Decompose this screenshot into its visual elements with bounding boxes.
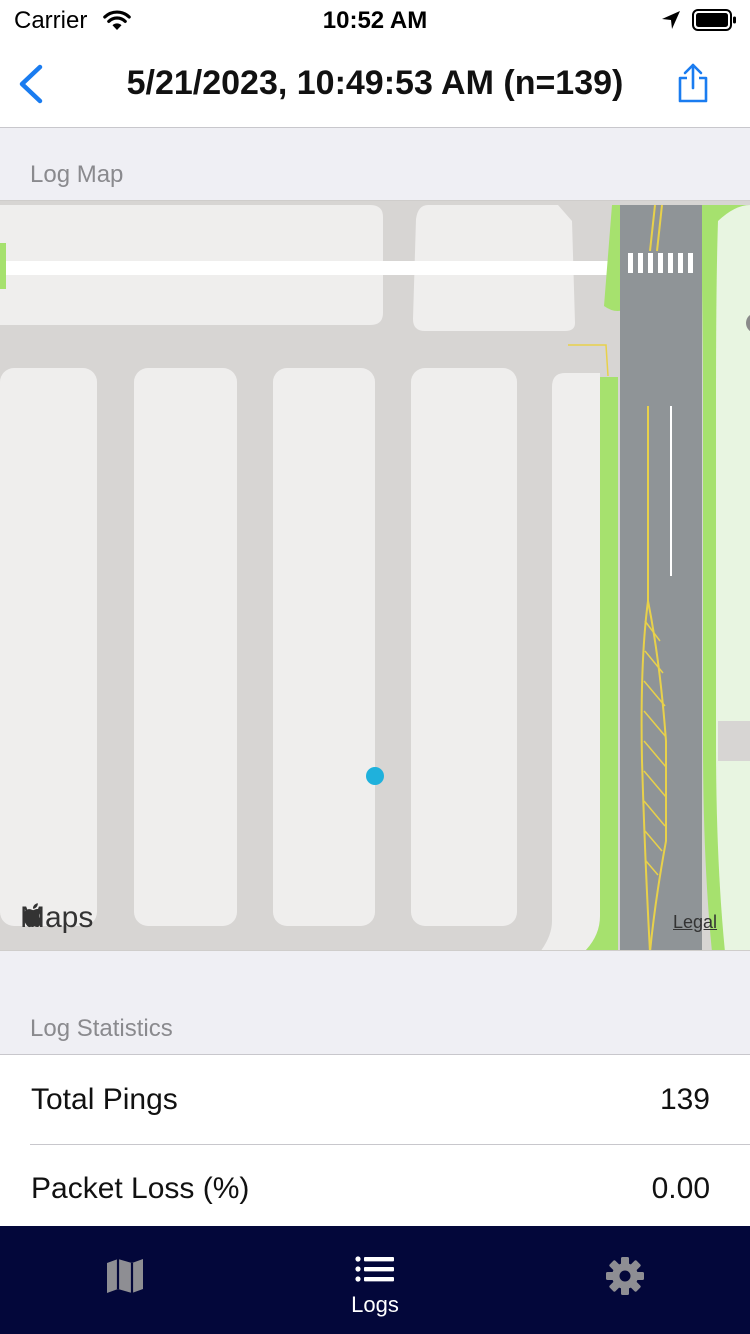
tab-map[interactable] xyxy=(0,1226,250,1334)
log-statistics-table: Total Pings 139 Packet Loss (%) 0.00 xyxy=(0,1054,750,1233)
ping-location-dot xyxy=(366,767,384,785)
tab-logs-label: Logs xyxy=(351,1292,399,1317)
stat-label: Packet Loss (%) xyxy=(31,1172,250,1205)
log-map-header: Log Map xyxy=(30,161,124,188)
stat-value: 0.00 xyxy=(651,1172,710,1205)
stat-value: 139 xyxy=(659,1083,710,1116)
gear-icon xyxy=(606,1257,644,1295)
share-icon[interactable] xyxy=(676,62,710,104)
tab-bar: Logs xyxy=(0,1226,750,1334)
apple-maps-logo: Maps xyxy=(20,901,93,935)
stat-label: Total Pings xyxy=(31,1083,178,1116)
log-map[interactable]: Maps Legal xyxy=(0,200,750,951)
status-time: 10:52 AM xyxy=(322,7,428,34)
list-icon xyxy=(355,1256,394,1282)
stat-row-total-pings: Total Pings 139 xyxy=(0,1055,750,1144)
map-tiles xyxy=(0,201,750,950)
map-icon xyxy=(107,1259,143,1293)
tab-settings[interactable] xyxy=(500,1226,750,1334)
battery-icon xyxy=(692,9,736,31)
stat-row-packet-loss: Packet Loss (%) 0.00 xyxy=(0,1144,750,1233)
page-title: 5/21/2023, 10:49:53 AM (n=139) xyxy=(126,64,624,102)
status-bar: Carrier 10:52 AM xyxy=(0,0,750,40)
navigation-bar: 5/21/2023, 10:49:53 AM (n=139) xyxy=(0,40,750,128)
apple-logo-icon xyxy=(23,903,43,928)
map-legal-link[interactable]: Legal xyxy=(673,912,717,933)
log-statistics-header: Log Statistics xyxy=(30,1015,173,1042)
location-arrow-icon xyxy=(662,11,680,29)
tab-logs[interactable]: Logs xyxy=(250,1226,500,1334)
